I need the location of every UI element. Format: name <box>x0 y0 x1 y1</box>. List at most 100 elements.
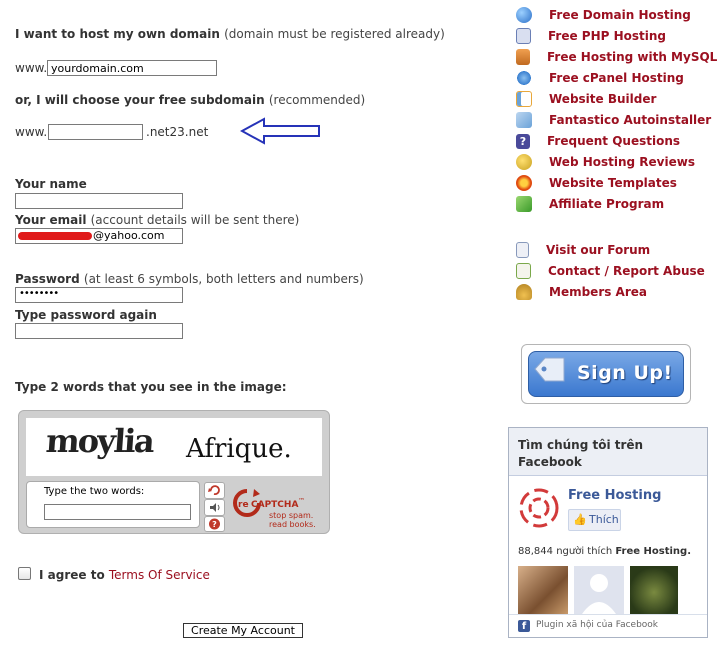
captcha-response-input[interactable] <box>44 504 191 520</box>
facebook-icon: f <box>518 620 530 632</box>
menu-item-fantastico[interactable]: Fantastico Autoinstaller <box>516 111 711 129</box>
database-icon <box>516 49 530 65</box>
facebook-header-text: Tìm chúng tôi trên Facebook <box>518 438 644 469</box>
menu-link[interactable]: Fantastico Autoinstaller <box>549 113 711 127</box>
email-label-text: Your email <box>15 213 87 227</box>
menu-link[interactable]: Website Builder <box>549 92 656 106</box>
audio-icon[interactable] <box>204 499 225 516</box>
globe-icon <box>516 7 532 23</box>
terms-of-service-link[interactable]: Terms Of Service <box>109 568 210 582</box>
free-hosting-logo-icon <box>519 488 559 528</box>
forum-icon <box>516 242 529 258</box>
templates-icon <box>516 175 532 191</box>
menu-item-free-hosting-mysql[interactable]: Free Hosting with MySQL <box>516 48 717 66</box>
menu-item-forum[interactable]: Visit our Forum <box>516 241 650 259</box>
facebook-like-button[interactable]: 👍 Thích <box>568 509 621 531</box>
menu-link[interactable]: Affiliate Program <box>549 197 664 211</box>
menu-item-contact[interactable]: Contact / Report Abuse <box>516 262 705 280</box>
password-confirm-input[interactable] <box>15 323 183 339</box>
question-icon: ? <box>516 133 530 149</box>
www-prefix: www. <box>15 125 48 139</box>
menu-link[interactable]: Website Templates <box>549 176 677 190</box>
create-account-button[interactable]: Create My Account <box>183 623 303 638</box>
host-own-title: I want to host my own domain <box>15 27 220 41</box>
likes-count: 88,844 <box>518 546 553 557</box>
php-icon <box>516 28 531 44</box>
svg-text:?: ? <box>212 520 217 529</box>
password-value: •••••••• <box>19 288 59 299</box>
password-note: (at least 6 symbols, both letters and nu… <box>83 272 364 286</box>
menu-link[interactable]: Free Hosting with MySQL <box>547 50 717 64</box>
agree-checkbox[interactable] <box>18 567 31 580</box>
password-label: Password (at least 6 symbols, both lette… <box>15 272 364 286</box>
tag-icon <box>534 357 565 382</box>
email-label: Your email (account details will be sent… <box>15 213 299 227</box>
menu-link[interactable]: Members Area <box>549 285 647 299</box>
menu-item-free-domain-hosting[interactable]: Free Domain Hosting <box>516 6 691 24</box>
signup-button[interactable]: Sign Up! <box>521 344 691 404</box>
contact-icon <box>516 263 531 279</box>
installer-icon <box>516 112 532 128</box>
menu-item-affiliate-program[interactable]: Affiliate Program <box>516 195 664 213</box>
menu-link[interactable]: Free PHP Hosting <box>548 29 666 43</box>
domain-input[interactable] <box>47 60 217 76</box>
subdomain-suffix: .net23.net <box>146 125 209 139</box>
menu-item-website-builder[interactable]: Website Builder <box>516 90 656 108</box>
menu-link[interactable]: Free Domain Hosting <box>549 8 691 22</box>
refresh-icon[interactable] <box>204 482 225 499</box>
recaptcha-captcha: CAPTCHA <box>251 500 299 510</box>
facebook-like-box: Tìm chúng tôi trên Facebook Free Hosting… <box>508 427 708 638</box>
menu-link[interactable]: Contact / Report Abuse <box>548 264 705 278</box>
recaptcha-widget: moylia Afrique. Type the two words: ? re… <box>18 410 330 534</box>
name-input[interactable] <box>15 193 183 209</box>
menu-item-free-php-hosting[interactable]: Free PHP Hosting <box>516 27 666 45</box>
likes-page: Free Hosting. <box>615 546 692 557</box>
menu-link[interactable]: Visit our Forum <box>546 243 650 257</box>
facebook-likes-line: 88,844 người thích Free Hosting. <box>518 546 691 557</box>
recaptcha-slogan-1: stop spam. <box>269 511 314 520</box>
agree-label: I agree to Terms Of Service <box>39 568 210 582</box>
likes-text: người thích <box>556 546 613 557</box>
recaptcha-slogan-2: read books. <box>269 520 316 529</box>
thumbs-up-icon: 👍 <box>573 513 587 526</box>
password-input[interactable]: •••••••• <box>15 287 183 303</box>
email-input[interactable]: @yahoo.com <box>15 228 183 244</box>
email-value: @yahoo.com <box>93 229 165 242</box>
password-label-text: Password <box>15 272 80 286</box>
arrow-left-icon <box>240 117 320 145</box>
menu-item-web-hosting-reviews[interactable]: Web Hosting Reviews <box>516 153 695 171</box>
cpanel-icon <box>516 70 532 86</box>
menu-link[interactable]: Frequent Questions <box>547 134 680 148</box>
recaptcha-tm: ™ <box>298 497 305 505</box>
menu-link[interactable]: Free cPanel Hosting <box>549 71 684 85</box>
help-icon[interactable]: ? <box>204 516 225 532</box>
signup-button-face: Sign Up! <box>528 351 684 397</box>
captcha-prompt: Type 2 words that you see in the image: <box>15 380 287 394</box>
subdomain-input[interactable] <box>48 124 143 140</box>
menu-item-free-cpanel-hosting[interactable]: Free cPanel Hosting <box>516 69 684 87</box>
free-subdomain-label: or, I will choose your free subdomain (r… <box>15 93 365 107</box>
builder-icon <box>516 91 532 107</box>
captcha-image: moylia Afrique. <box>26 418 322 476</box>
affiliate-icon <box>516 196 532 212</box>
agree-text: I agree to <box>39 568 105 582</box>
captcha-word-1: moylia <box>44 422 155 460</box>
facebook-header: Tìm chúng tôi trên Facebook <box>509 428 707 476</box>
menu-item-frequent-questions[interactable]: ? Frequent Questions <box>516 132 680 150</box>
fan-avatar[interactable] <box>574 566 624 614</box>
menu-item-website-templates[interactable]: Website Templates <box>516 174 677 192</box>
www-prefix: www. <box>15 61 48 75</box>
fan-avatar[interactable] <box>630 566 678 614</box>
recaptcha-re: re <box>238 500 249 510</box>
fan-avatar[interactable] <box>518 566 568 614</box>
redacted-mark <box>18 232 92 240</box>
menu-item-members-area[interactable]: Members Area <box>516 283 647 301</box>
free-subdomain-title: or, I will choose your free subdomain <box>15 93 265 107</box>
captcha-input-panel: Type the two words: <box>26 481 200 528</box>
facebook-footer: f Plugin xã hội của Facebook <box>509 614 707 637</box>
host-own-note: (domain must be registered already) <box>224 27 445 41</box>
facebook-like-label: Thích <box>589 513 619 526</box>
facebook-plugin-text[interactable]: Plugin xã hội của Facebook <box>536 620 658 630</box>
menu-link[interactable]: Web Hosting Reviews <box>549 155 695 169</box>
facebook-page-name[interactable]: Free Hosting <box>568 488 661 503</box>
